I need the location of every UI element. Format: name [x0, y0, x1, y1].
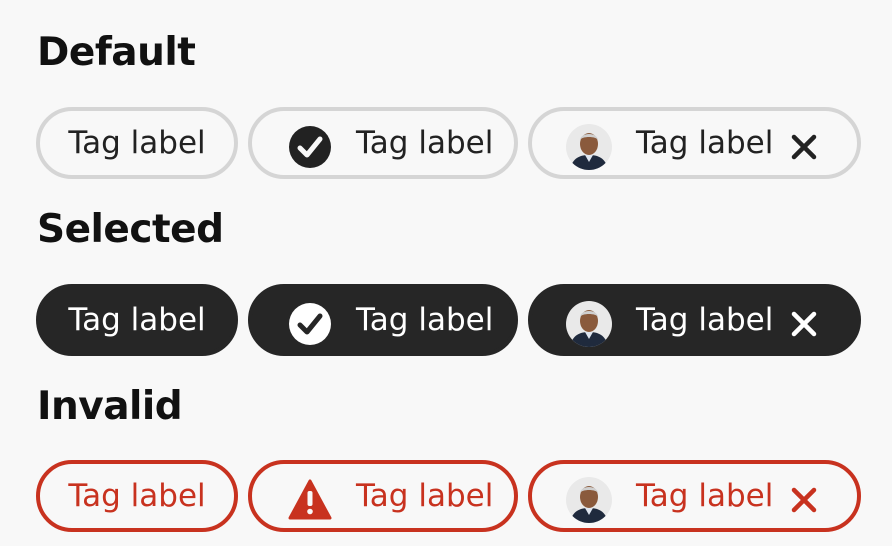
tag-label: Tag label	[68, 125, 206, 161]
avatar	[566, 477, 612, 523]
alert-triangle-icon	[288, 478, 332, 522]
tag-label: Tag label	[356, 302, 494, 338]
tag-label: Tag label	[68, 302, 206, 338]
tag-examples: Default Tag label Tag label Tag label Se…	[0, 0, 892, 546]
close-icon[interactable]	[789, 485, 819, 515]
checkmark-circle-icon	[288, 302, 332, 346]
tag-default-avatar-removable[interactable]: Tag label	[528, 107, 861, 179]
close-icon[interactable]	[789, 132, 819, 162]
tag-default-icon[interactable]: Tag label	[248, 107, 518, 179]
tag-label: Tag label	[356, 478, 494, 514]
avatar	[566, 124, 612, 170]
tag-label: Tag label	[636, 125, 774, 161]
tag-default-plain[interactable]: Tag label	[36, 107, 238, 179]
section-heading-default: Default	[37, 30, 196, 75]
tag-label: Tag label	[636, 302, 774, 338]
tag-label: Tag label	[636, 478, 774, 514]
tag-selected-plain[interactable]: Tag label	[36, 284, 238, 356]
tag-invalid-plain[interactable]: Tag label	[36, 460, 238, 532]
section-heading-selected: Selected	[37, 207, 224, 252]
checkmark-circle-icon	[288, 125, 332, 169]
tag-label: Tag label	[356, 125, 494, 161]
close-icon[interactable]	[789, 309, 819, 339]
tag-invalid-icon[interactable]: Tag label	[248, 460, 518, 532]
section-heading-invalid: Invalid	[37, 384, 183, 429]
avatar	[566, 301, 612, 347]
tag-selected-icon[interactable]: Tag label	[248, 284, 518, 356]
tag-label: Tag label	[68, 478, 206, 514]
tag-invalid-avatar-removable[interactable]: Tag label	[528, 460, 861, 532]
tag-selected-avatar-removable[interactable]: Tag label	[528, 284, 861, 356]
